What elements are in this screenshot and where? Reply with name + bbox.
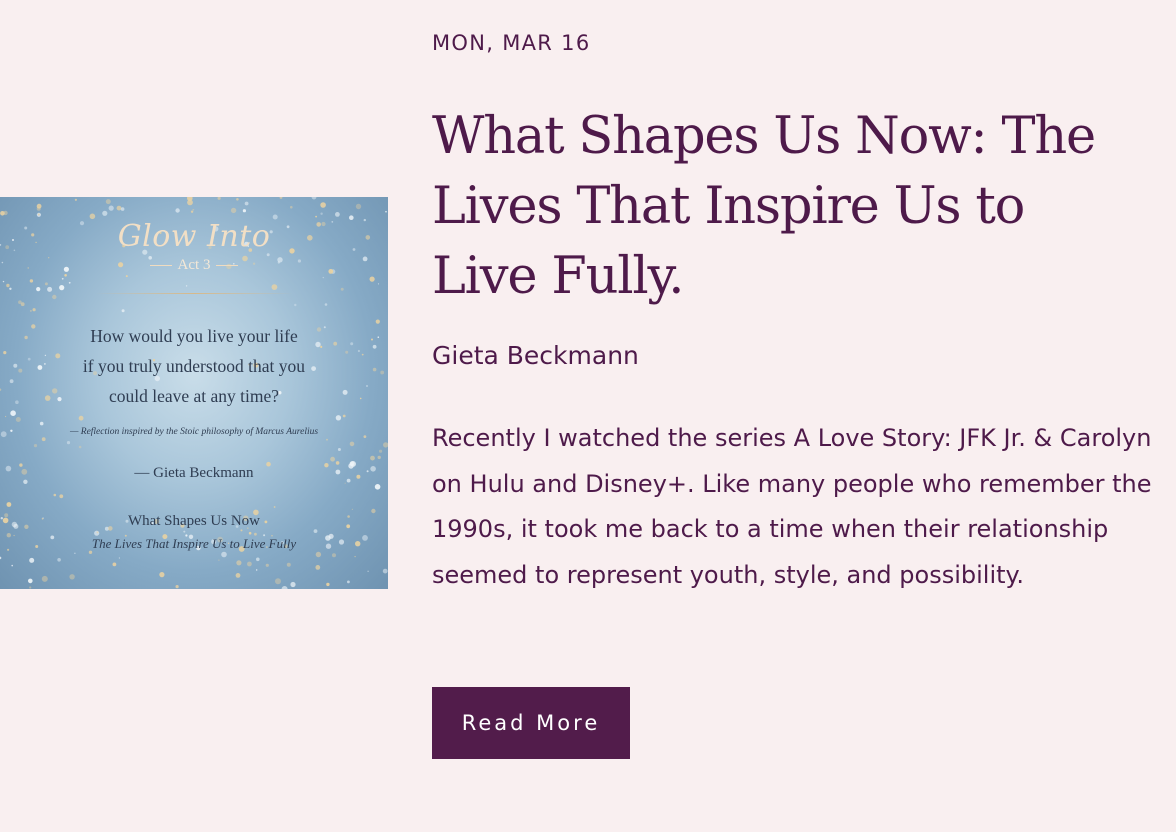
post-date: MON, MAR 16 (432, 31, 591, 55)
thumbnail-author: — Gieta Beckmann (134, 465, 254, 481)
thumbnail-brand: Glow Into (117, 219, 271, 254)
thumbnail-quote-line: How would you live your life (90, 326, 298, 346)
thumbnail-quote-line: if you truly understood that you (82, 356, 306, 376)
post-thumbnail[interactable]: Glow Into Act 3 How would you live your … (0, 197, 388, 589)
thumbnail-act: Act 3 (0, 257, 388, 274)
thumbnail-divider (95, 293, 293, 294)
thumbnail-quote: How would you live your life if you trul… (40, 321, 348, 411)
thumbnail-subtitle: The Lives That Inspire Us to Live Fully (91, 536, 297, 551)
thumbnail-quote-line: could leave at any time? (108, 386, 280, 406)
read-more-button[interactable]: Read More (432, 687, 630, 759)
post-title[interactable]: What Shapes Us Now: The Lives That Inspi… (432, 102, 1132, 312)
post-author: Gieta Beckmann (432, 341, 639, 370)
post-excerpt: Recently I watched the series A Love Sto… (432, 424, 1152, 589)
thumbnail-series: What Shapes Us Now (127, 513, 261, 529)
thumbnail-attribution: — Reflection inspired by the Stoic philo… (69, 427, 319, 437)
